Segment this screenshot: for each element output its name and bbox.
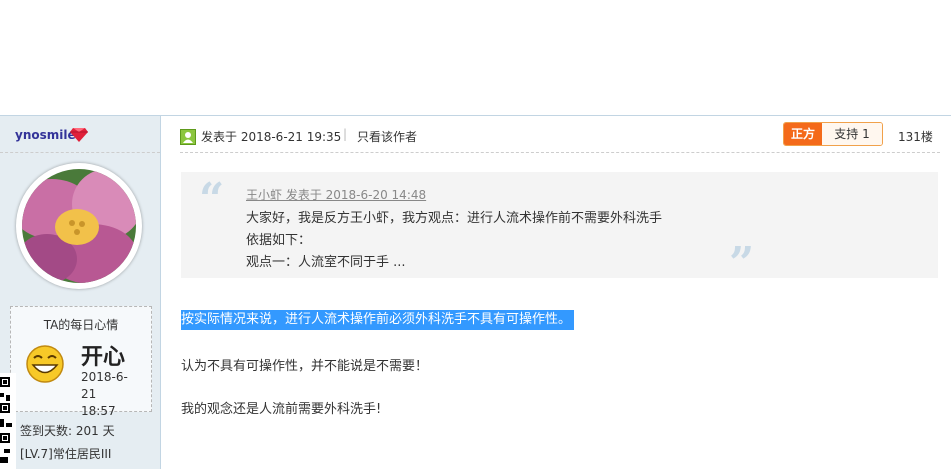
gem-icon <box>70 128 88 142</box>
post-time: 发表于 2018-6-21 19:35 <box>201 130 342 144</box>
post-body-line: 认为不具有可操作性，并不能说是不需要！ <box>181 359 429 374</box>
daily-mood-box: TA的每日心情 开心 2018-6-21 18:57 <box>10 306 152 418</box>
post-header: 发表于 2018-6-21 19:35 | 只看该作者 正方 支持 1 131楼 <box>180 116 940 153</box>
checkin-days: 签到天数: 201 天 <box>20 424 115 438</box>
user-level: [LV.7]常住居民III <box>20 447 112 461</box>
quote-open-icon: “ <box>199 174 225 225</box>
top-blank-area <box>0 0 951 115</box>
mood-value: 开心 <box>81 345 126 370</box>
quote-close-icon: ” <box>729 238 755 289</box>
support-button[interactable]: 支持 1 <box>822 123 882 145</box>
qr-code-icon <box>0 373 16 469</box>
side-badge: 正方 <box>784 123 822 145</box>
mood-date-day: 2018-6-21 <box>81 370 128 401</box>
support-vote-widget[interactable]: 正方 支持 1 <box>783 122 883 146</box>
user-sidebar: ynosmile TA的每日心情 开心 2018-6-21 18:57 签到天数… <box>0 116 161 469</box>
username-row: ynosmile <box>0 116 160 153</box>
mood-date-time: 18:57 <box>81 404 116 418</box>
username-link[interactable]: ynosmile <box>15 128 76 142</box>
selected-text[interactable]: 按实际情况来说，进行人流术操作前必须外科洗手不具有可操作性。 <box>181 310 575 330</box>
mood-date: 2018-6-21 18:57 <box>81 369 141 420</box>
quote-line: 依据如下： <box>246 233 312 248</box>
quote-line: 大家好，我是反方王小虾，我方观点：进行人流术操作前不需要外科洗手 <box>246 211 663 226</box>
online-status-icon <box>180 129 196 145</box>
quote-line: 观点一：人流室不同于手 ... <box>246 255 406 270</box>
header-separator: | <box>343 127 348 141</box>
view-author-only-link[interactable]: 只看该作者 <box>357 128 417 145</box>
quote-block: “ 王小虾 发表于 2018-6-20 14:48 大家好，我是反方王小虾，我方… <box>181 172 938 289</box>
mood-title: TA的每日心情 <box>43 318 119 332</box>
quote-author-link[interactable]: 王小虾 发表于 2018-6-20 14:48 <box>246 186 426 203</box>
avatar[interactable] <box>16 163 142 289</box>
floor-number[interactable]: 131楼 <box>898 128 933 145</box>
happy-face-icon <box>26 345 64 383</box>
post-body-line: 我的观念还是人流前需要外科洗手! <box>181 402 382 417</box>
